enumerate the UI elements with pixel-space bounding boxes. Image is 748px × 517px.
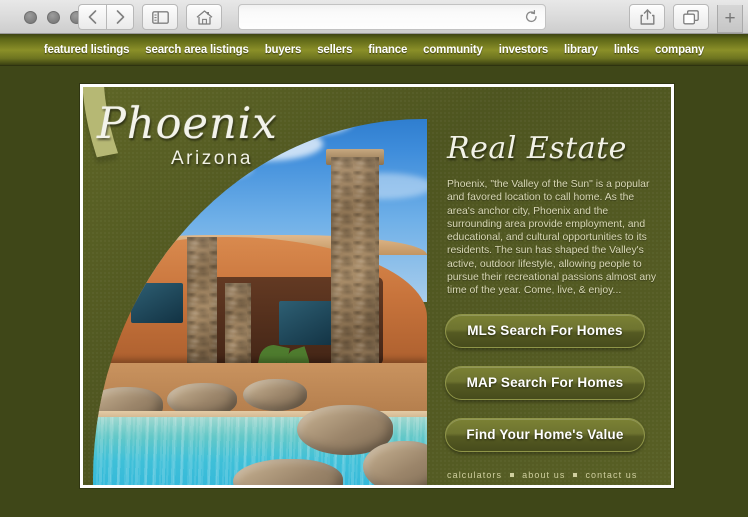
home-icon [196, 9, 212, 25]
site-navigation: featured listings search area listings b… [0, 34, 748, 66]
action-buttons: MLS Search For Homes MAP Search For Home… [445, 313, 671, 452]
new-tab-button[interactable]: + [717, 5, 743, 33]
content-column: Real Estate Phoenix, "the Valley of the … [439, 87, 671, 485]
reload-button[interactable] [525, 10, 538, 24]
browser-window: + featured listings search area listings… [0, 0, 748, 517]
forward-button[interactable] [106, 4, 134, 30]
share-icon [640, 9, 654, 25]
footer-links: calculators about us contact us [447, 470, 671, 480]
nav-item-search-area-listings[interactable]: search area listings [137, 44, 256, 56]
browser-toolbar: + [0, 0, 748, 34]
footer-separator-icon [510, 472, 515, 477]
reload-icon [525, 10, 537, 22]
page-title: Real Estate [447, 131, 627, 166]
nav-item-featured-listings[interactable]: featured listings [36, 44, 137, 56]
nav-item-library[interactable]: library [556, 44, 606, 56]
photo-stone-chimney [331, 157, 379, 387]
nav-item-company[interactable]: company [647, 44, 712, 56]
chevron-left-icon [88, 10, 97, 24]
window-traffic-lights [24, 11, 83, 24]
address-input[interactable] [239, 5, 525, 29]
nav-item-links[interactable]: links [606, 44, 647, 56]
map-search-button[interactable]: MAP Search For Homes [445, 365, 645, 400]
footer-link-about-us[interactable]: about us [522, 470, 565, 480]
footer-link-calculators[interactable]: calculators [447, 470, 502, 480]
brand-location: Arizona [171, 148, 253, 169]
photo-window [279, 301, 337, 345]
tabs-icon [683, 9, 699, 24]
home-value-button[interactable]: Find Your Home's Value [445, 417, 645, 452]
share-button[interactable] [629, 4, 665, 30]
back-button[interactable] [78, 4, 106, 30]
page-content-card: Phoenix Arizona Real Estate Phoenix, "th… [80, 84, 674, 488]
site-branding: Phoenix Arizona [97, 103, 397, 170]
nav-item-community[interactable]: community [415, 44, 491, 56]
address-bar[interactable] [238, 4, 546, 30]
nav-item-investors[interactable]: investors [491, 44, 556, 56]
photo-window [131, 283, 183, 323]
sidebar-icon [151, 10, 169, 24]
nav-item-finance[interactable]: finance [360, 44, 415, 56]
sidebar-toggle-button[interactable] [142, 4, 178, 30]
photo-boulder [243, 379, 307, 411]
tab-overview-button[interactable] [673, 4, 709, 30]
brand-name: Phoenix [97, 99, 278, 149]
nav-item-sellers[interactable]: sellers [309, 44, 360, 56]
nav-item-buyers[interactable]: buyers [257, 44, 310, 56]
chevron-right-icon [116, 10, 124, 24]
close-window-button[interactable] [24, 11, 37, 24]
minimize-window-button[interactable] [47, 11, 60, 24]
intro-paragraph: Phoenix, "the Valley of the Sun" is a po… [447, 179, 657, 297]
footer-link-contact-us[interactable]: contact us [585, 470, 637, 480]
home-button[interactable] [186, 4, 222, 30]
mls-search-button[interactable]: MLS Search For Homes [445, 313, 645, 348]
footer-separator-icon [573, 472, 578, 477]
